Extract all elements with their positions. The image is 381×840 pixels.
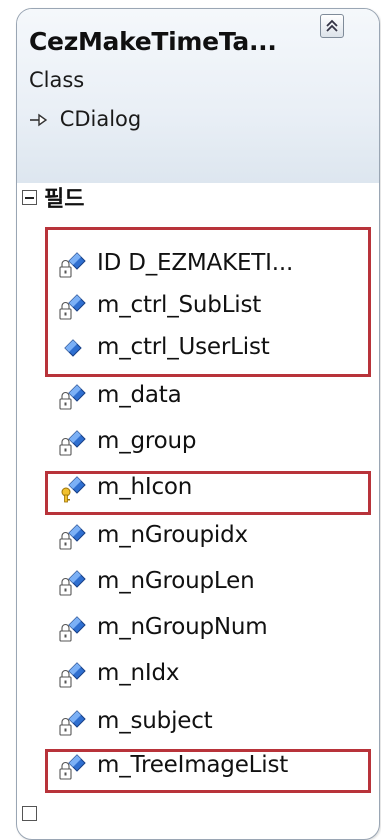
minus-box-icon[interactable] (22, 190, 37, 205)
field-name: m_nGroupLen (97, 568, 255, 594)
field-name: m_nGroupNum (97, 614, 268, 640)
base-class: CDialog (29, 107, 141, 131)
field-name: m_nGroupidx (97, 522, 248, 548)
field-row[interactable]: m_group (57, 425, 367, 463)
highlight-box (45, 227, 371, 377)
field-name: m_data (97, 382, 182, 408)
field-icon (57, 614, 87, 644)
highlight-box (45, 471, 371, 515)
class-kind: Class (29, 68, 85, 92)
field-row[interactable]: m_nIdx (57, 657, 367, 695)
field-icon (57, 660, 87, 690)
field-row[interactable]: m_subject (57, 705, 367, 743)
fields-section-label: 필드 (44, 187, 85, 212)
class-title: CezMakeTimeTa... (29, 27, 277, 56)
field-icon (57, 568, 87, 598)
field-icon (57, 428, 87, 458)
base-class-name: CDialog (59, 107, 142, 131)
field-name: m_subject (97, 708, 213, 734)
field-row[interactable]: m_nGroupidx (57, 519, 367, 557)
highlight-box (45, 749, 371, 793)
field-name: m_group (97, 428, 197, 454)
field-name: m_nIdx (97, 660, 180, 686)
minus-box-icon[interactable] (22, 806, 37, 821)
field-icon (57, 522, 87, 552)
double-chevron-up-icon[interactable] (320, 14, 344, 38)
field-icon (57, 708, 87, 738)
field-row[interactable]: m_nGroupLen (57, 565, 367, 603)
field-icon (57, 382, 87, 412)
field-row[interactable]: m_nGroupNum (57, 611, 367, 649)
inheritance-arrow-icon (29, 107, 54, 131)
field-row[interactable]: m_data (57, 379, 367, 417)
